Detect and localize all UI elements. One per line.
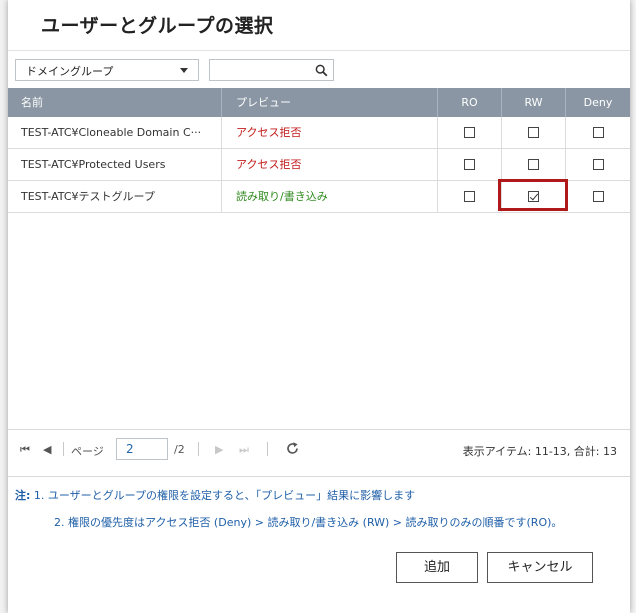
next-page-icon[interactable]: ▶ (215, 443, 223, 456)
last-page-icon[interactable]: ⏭ (239, 443, 249, 457)
note-text-2: 2. 権限の優先度はアクセス拒否 (Deny) > 読み取り/書き込み (RW)… (54, 516, 563, 529)
ro-cell (438, 117, 502, 148)
row-preview: アクセス拒否 (222, 149, 438, 180)
row-preview: アクセス拒否 (222, 117, 438, 148)
column-header-deny[interactable]: Deny (566, 88, 630, 117)
permissions-table: 名前 プレビュー RO RW Deny TEST-ATC¥Cloneable D… (8, 88, 630, 213)
row-preview: 読み取り/書き込み (222, 181, 438, 212)
note-text-1: 1. ユーザーとグループの権限を設定すると、「プレビュー」結果に影響します (33, 489, 416, 502)
first-page-icon[interactable]: ⏮ (20, 443, 30, 457)
rw-checkbox[interactable] (528, 190, 539, 202)
total-pages: /2 (174, 443, 185, 456)
column-header-rw[interactable]: RW (502, 88, 566, 117)
add-button[interactable]: 追加 (396, 552, 478, 583)
deny-cell (566, 149, 630, 180)
table-row[interactable]: TEST-ATC¥Protected Users アクセス拒否 (8, 149, 630, 181)
pager-divider-line (267, 442, 268, 456)
rw-cell (502, 181, 566, 212)
note-prefix: 注: (15, 489, 31, 502)
deny-checkbox[interactable] (592, 126, 604, 138)
column-header-preview[interactable]: プレビュー (222, 88, 438, 117)
rw-checkbox[interactable] (528, 126, 539, 138)
title-divider (8, 50, 630, 51)
rw-cell (502, 149, 566, 180)
ro-checkbox[interactable] (464, 126, 475, 138)
search-icon[interactable] (315, 64, 328, 77)
row-name: TEST-ATC¥テストグループ (8, 181, 222, 212)
deny-checkbox[interactable] (592, 190, 604, 202)
deny-checkbox[interactable] (592, 158, 604, 170)
pager-divider-line (63, 442, 64, 456)
column-header-ro[interactable]: RO (438, 88, 502, 117)
background-window-right-edge (630, 0, 636, 613)
note-line-2: 2. 権限の優先度はアクセス拒否 (Deny) > 読み取り/書き込み (RW)… (54, 514, 562, 530)
table-header: 名前 プレビュー RO RW Deny (8, 88, 630, 117)
rw-checkbox[interactable] (528, 158, 539, 170)
pager-divider-line (198, 442, 199, 456)
ro-cell (438, 149, 502, 180)
cancel-button[interactable]: キャンセル (487, 552, 593, 583)
table-row[interactable]: TEST-ATC¥Cloneable Domain C··· アクセス拒否 (8, 117, 630, 149)
deny-cell (566, 117, 630, 148)
row-name: TEST-ATC¥Cloneable Domain C··· (8, 117, 222, 148)
select-users-groups-dialog: ユーザーとグループの選択 ドメイングループ 名前 プレビュー RO RW Den… (8, 0, 630, 613)
prev-page-icon[interactable]: ◀ (43, 443, 51, 456)
ro-checkbox[interactable] (464, 190, 475, 202)
dropdown-selected-value: ドメイングループ (26, 65, 114, 78)
row-name: TEST-ATC¥Protected Users (8, 149, 222, 180)
ro-checkbox[interactable] (464, 158, 475, 170)
refresh-icon[interactable] (285, 441, 300, 456)
dialog-title: ユーザーとグループの選択 (41, 15, 274, 37)
display-item-count: 表示アイテム: 11-13, 合計: 13 (462, 445, 617, 458)
search-input[interactable] (214, 61, 316, 81)
column-header-name[interactable]: 名前 (8, 88, 222, 117)
ro-cell (438, 181, 502, 212)
table-row[interactable]: TEST-ATC¥テストグループ 読み取り/書き込み (8, 181, 630, 213)
note-line-1: 注: 1. ユーザーとグループの権限を設定すると、「プレビュー」結果に影響します (15, 487, 415, 503)
page-number-input[interactable]: 2 (116, 438, 168, 460)
page-label: ページ (71, 445, 104, 458)
search-box (209, 59, 334, 81)
rw-cell (502, 117, 566, 148)
deny-cell (566, 181, 630, 212)
notes-divider (8, 476, 630, 477)
pagination-bar: ⏮ ◀ ページ 2 /2 ▶ ⏭ 表示アイテム: 11-13, 合計: 13 (8, 430, 630, 468)
chevron-down-icon (180, 68, 188, 73)
group-type-dropdown[interactable]: ドメイングループ (15, 59, 199, 81)
